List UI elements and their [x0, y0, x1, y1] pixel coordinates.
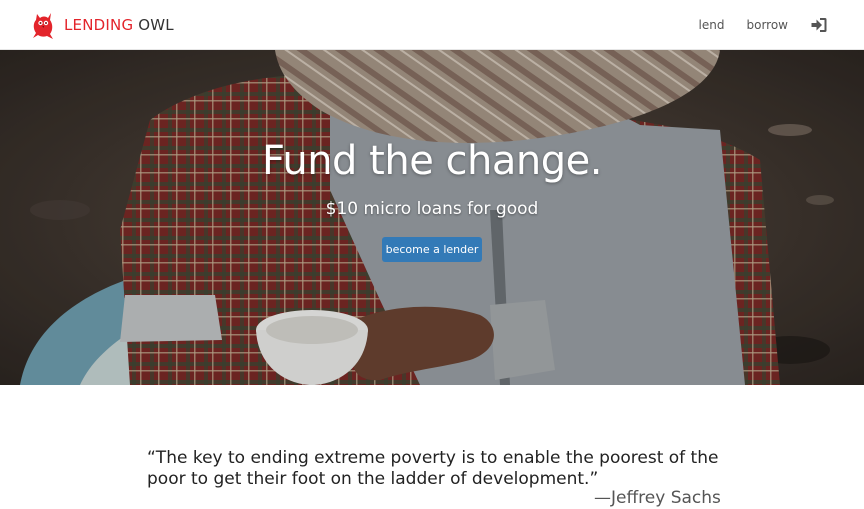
sign-in-icon[interactable]	[810, 16, 828, 34]
brand-name: LENDING OWL	[64, 16, 174, 34]
brand-name-accent: LENDING	[64, 16, 134, 34]
nav-links: lend borrow	[699, 0, 828, 50]
brand-name-rest: OWL	[133, 16, 174, 34]
nav-link-lend[interactable]: lend	[699, 18, 725, 32]
hero-banner: Fund the change. $10 micro loans for goo…	[0, 50, 864, 385]
brand-link[interactable]: LENDING OWL	[30, 10, 174, 40]
quote-text: “The key to ending extreme poverty is to…	[147, 448, 719, 489]
quote-author: —Jeffrey Sachs	[594, 488, 721, 508]
hero-title: Fund the change.	[262, 138, 602, 184]
navbar: LENDING OWL lend borrow	[0, 0, 864, 50]
hero-subtitle: $10 micro loans for good	[325, 199, 539, 219]
become-lender-button[interactable]: become a lender	[382, 237, 482, 262]
owl-logo-icon	[33, 13, 53, 39]
nav-link-borrow[interactable]: borrow	[746, 18, 788, 32]
